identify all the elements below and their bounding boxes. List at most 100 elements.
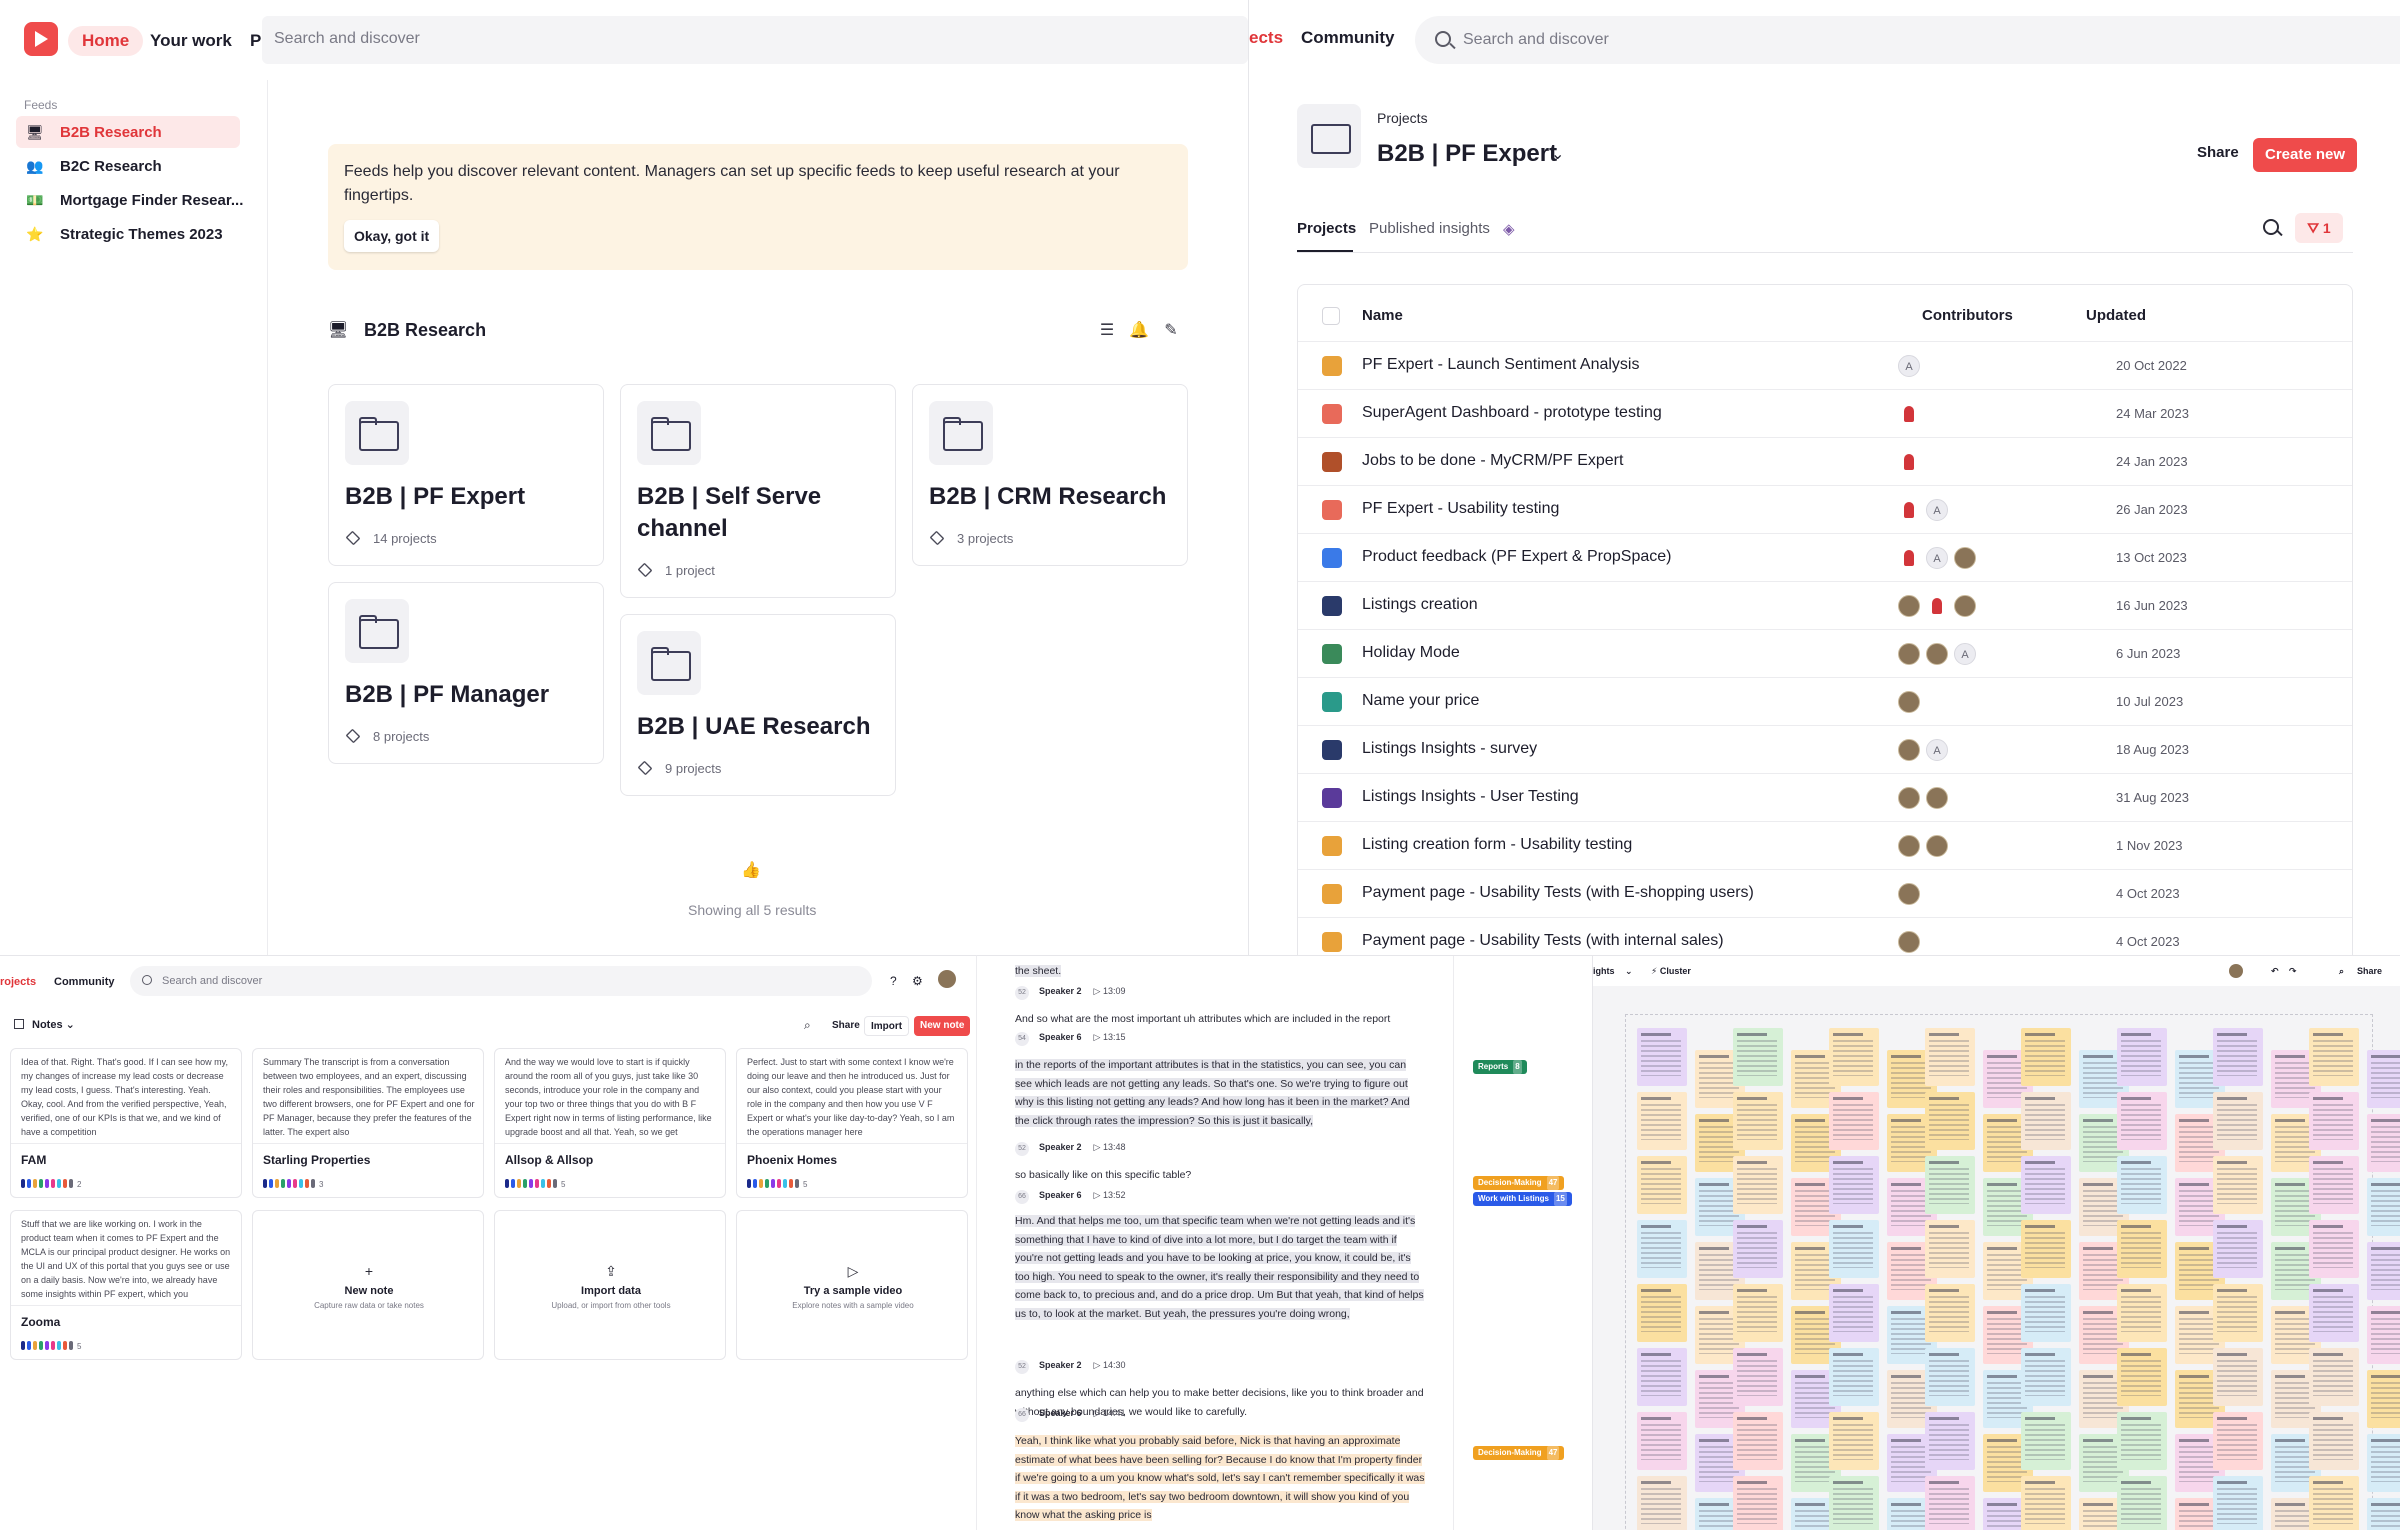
nav-community[interactable]: Community bbox=[1301, 28, 1395, 48]
sticky-note[interactable] bbox=[1829, 1412, 1879, 1470]
select-all-checkbox[interactable] bbox=[1322, 307, 1340, 325]
sticky-note[interactable] bbox=[2367, 1370, 2400, 1428]
sticky-note[interactable] bbox=[1637, 1284, 1687, 1342]
transcript-paragraph[interactable]: Hm. And that helps me too, um that speci… bbox=[1015, 1212, 1425, 1356]
highlight-tag[interactable]: Work with Listings 15 bbox=[1473, 1192, 1572, 1206]
timestamp[interactable]: ▷ 13:09 bbox=[1094, 986, 1126, 996]
sticky-note[interactable] bbox=[2367, 1498, 2400, 1530]
sidebar-item-strategic-themes[interactable]: ⭐ Strategic Themes 2023 bbox=[16, 218, 240, 250]
sticky-note[interactable] bbox=[2367, 1050, 2400, 1108]
timestamp[interactable]: ▷ 14:30 bbox=[1094, 1360, 1126, 1370]
sticky-note[interactable] bbox=[2117, 1348, 2167, 1406]
table-row[interactable]: Listings Insights - User Testing 31 Aug 2… bbox=[1298, 773, 2352, 821]
search-icon[interactable]: ⌕ bbox=[2339, 966, 2344, 977]
import-button[interactable]: Import bbox=[864, 1016, 910, 1036]
sticky-note[interactable] bbox=[1733, 1028, 1783, 1086]
chevron-down-icon[interactable]: ⌄ bbox=[1551, 144, 1564, 164]
column-header-name[interactable]: Name bbox=[1362, 307, 1403, 324]
sidebar-item-b2c-research[interactable]: 👥 B2C Research bbox=[16, 150, 240, 182]
sticky-note[interactable] bbox=[1925, 1284, 1975, 1342]
sticky-note[interactable] bbox=[2117, 1156, 2167, 1214]
tab-published-insights[interactable]: Published insights bbox=[1369, 220, 1490, 237]
sticky-note[interactable] bbox=[1637, 1476, 1687, 1530]
table-row[interactable]: Holiday Mode A 6 Jun 2023 bbox=[1298, 629, 2352, 677]
sticky-note[interactable] bbox=[1733, 1220, 1783, 1278]
sticky-note[interactable] bbox=[2117, 1092, 2167, 1150]
nav-community[interactable]: Community bbox=[54, 976, 115, 988]
table-row[interactable]: Payment page - Usability Tests (with int… bbox=[1298, 917, 2352, 955]
column-header-contributors[interactable]: Contributors bbox=[1922, 307, 2013, 324]
project-name[interactable]: SuperAgent Dashboard - prototype testing bbox=[1362, 404, 1662, 422]
bell-icon[interactable]: 🔔 bbox=[1128, 320, 1150, 342]
search-input[interactable]: Search and discover bbox=[1415, 16, 2400, 64]
speaker-row[interactable]: 66 Speaker 6 ▷ 14:41 bbox=[1015, 1408, 1125, 1422]
share-button[interactable]: Share bbox=[2197, 144, 2239, 161]
table-row[interactable]: Listing creation form - Usability testin… bbox=[1298, 821, 2352, 869]
sticky-note[interactable] bbox=[1733, 1476, 1783, 1530]
nav-projects[interactable]: Pr bbox=[250, 26, 262, 56]
new-note-button[interactable]: New note bbox=[914, 1016, 971, 1036]
project-name[interactable]: PF Expert - Launch Sentiment Analysis bbox=[1362, 356, 1639, 374]
sticky-note[interactable] bbox=[2367, 1242, 2400, 1300]
sticky-note[interactable] bbox=[2213, 1092, 2263, 1150]
sidebar-item-mortgage-finder[interactable]: 💵 Mortgage Finder Resear... bbox=[16, 184, 243, 216]
sticky-note[interactable] bbox=[2021, 1284, 2071, 1342]
sticky-note[interactable] bbox=[1733, 1348, 1783, 1406]
folder-card[interactable]: B2B | UAE Research 9 projects bbox=[620, 614, 896, 796]
note-card[interactable]: Idea of that. Right. That's good. If I c… bbox=[10, 1048, 242, 1198]
sticky-note[interactable] bbox=[2309, 1412, 2359, 1470]
chevron-down-icon[interactable]: ⌄ bbox=[1625, 966, 1633, 977]
table-row[interactable]: PF Expert - Usability testing A 26 Jan 202… bbox=[1298, 485, 2352, 533]
project-name[interactable]: Jobs to be done - MyCRM/PF Expert bbox=[1362, 452, 1623, 470]
nav-your-work[interactable]: Your work bbox=[150, 26, 232, 56]
list-view-icon[interactable]: ☰ bbox=[1096, 320, 1118, 342]
view-switcher[interactable]: Notes ⌄ bbox=[14, 1018, 75, 1031]
note-card[interactable]: Stuff that we are like working on. I wor… bbox=[10, 1210, 242, 1360]
app-logo-icon[interactable] bbox=[24, 22, 58, 56]
sticky-note[interactable] bbox=[1829, 1284, 1879, 1342]
sticky-note[interactable] bbox=[1829, 1476, 1879, 1530]
sticky-note[interactable] bbox=[2309, 1476, 2359, 1530]
sticky-note[interactable] bbox=[1829, 1092, 1879, 1150]
transcript-paragraph[interactable]: in the reports of the important attribut… bbox=[1015, 1056, 1425, 1136]
project-name[interactable]: Listing creation form - Usability testin… bbox=[1362, 836, 1632, 854]
sticky-note[interactable] bbox=[1733, 1092, 1783, 1150]
sticky-note[interactable] bbox=[2367, 1434, 2400, 1492]
sticky-note[interactable] bbox=[1637, 1092, 1687, 1150]
sticky-note[interactable] bbox=[2213, 1284, 2263, 1342]
sticky-note[interactable] bbox=[2309, 1092, 2359, 1150]
sticky-note[interactable] bbox=[1925, 1156, 1975, 1214]
sticky-note[interactable] bbox=[2021, 1348, 2071, 1406]
sticky-note[interactable] bbox=[1733, 1412, 1783, 1470]
sticky-note[interactable] bbox=[1829, 1220, 1879, 1278]
project-name[interactable]: Name your price bbox=[1362, 692, 1479, 710]
folder-card[interactable]: B2B | Self Serve channel 1 project bbox=[620, 384, 896, 598]
sticky-note[interactable] bbox=[2309, 1156, 2359, 1214]
sticky-note[interactable] bbox=[2309, 1220, 2359, 1278]
sticky-note[interactable] bbox=[2213, 1028, 2263, 1086]
project-name[interactable]: Holiday Mode bbox=[1362, 644, 1460, 662]
settings-icon[interactable]: ⚙ bbox=[912, 974, 923, 988]
sidebar-item-b2b-research[interactable]: 🖥 B2B Research bbox=[16, 116, 240, 148]
transcript-paragraph[interactable]: And so what are the most important uh at… bbox=[1015, 1010, 1425, 1030]
sticky-note[interactable] bbox=[2309, 1028, 2359, 1086]
sticky-note[interactable] bbox=[2021, 1156, 2071, 1214]
table-row[interactable]: Jobs to be done - MyCRM/PF Expert 24 Jan … bbox=[1298, 437, 2352, 485]
sticky-note[interactable] bbox=[2117, 1220, 2167, 1278]
sticky-note[interactable] bbox=[2309, 1284, 2359, 1342]
edit-icon[interactable]: ✎ bbox=[1160, 320, 1182, 342]
table-row[interactable]: Payment page - Usability Tests (with E-s… bbox=[1298, 869, 2352, 917]
sticky-note[interactable] bbox=[1925, 1220, 1975, 1278]
sticky-note[interactable] bbox=[2021, 1028, 2071, 1086]
sticky-note[interactable] bbox=[2021, 1220, 2071, 1278]
highlight-tag[interactable]: Reports 8 bbox=[1473, 1060, 1527, 1074]
sticky-note[interactable] bbox=[1733, 1156, 1783, 1214]
nav-home[interactable]: Home bbox=[68, 26, 144, 56]
dismiss-banner-button[interactable]: Okay, got it bbox=[344, 220, 440, 252]
table-row[interactable]: Listings Insights - survey A 18 Aug 2023 bbox=[1298, 725, 2352, 773]
highlight-tag[interactable]: Decision-Making 47 bbox=[1473, 1176, 1565, 1190]
share-button[interactable]: Share bbox=[2357, 966, 2382, 976]
timestamp[interactable]: ▷ 13:48 bbox=[1094, 1142, 1126, 1152]
help-icon[interactable]: ? bbox=[890, 974, 897, 988]
speaker-row[interactable]: 52 Speaker 2 ▷ 13:09 bbox=[1015, 986, 1125, 1000]
